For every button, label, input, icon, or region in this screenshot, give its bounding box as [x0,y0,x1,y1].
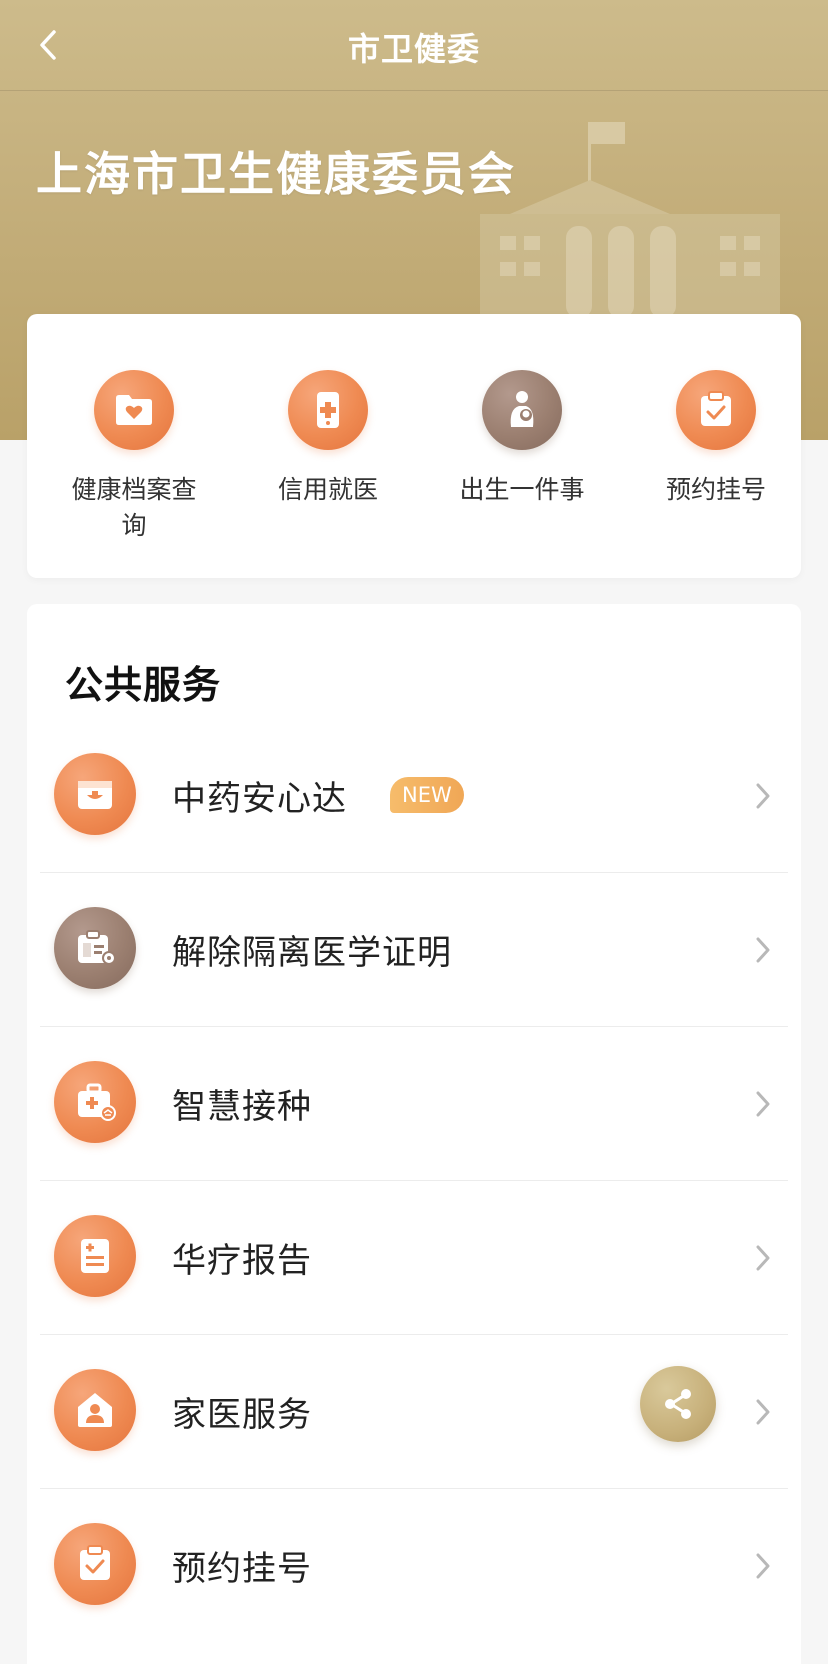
quick-item-label: 健康档案查询 [71,475,197,540]
quick-item-label: 预约挂号 [665,475,766,504]
clipboard-check-icon [676,370,756,450]
new-badge: NEW [390,777,464,813]
home-doctor-icon [54,1369,136,1451]
herbal-box-icon [54,753,136,835]
service-item-smart-vaccination[interactable]: 智慧接种 [40,1027,788,1181]
quick-item-appointment[interactable]: 预约挂号 [626,370,806,508]
service-item-herbal-delivery[interactable]: 中药安心达 NEW [40,719,788,873]
certificate-icon [54,907,136,989]
quick-item-label: 信用就医 [277,475,378,504]
chevron-right-icon [756,783,770,809]
section-title: 公共服务 [65,663,222,707]
service-item-appointment[interactable]: 预约挂号 [40,1489,788,1643]
public-services-section: 公共服务 中药安心达 NEW 解除隔离医学证明 智慧接种 华疗报告 家医服务 预… [27,604,801,1664]
clipboard-check-icon [54,1523,136,1605]
medical-kit-icon [54,1061,136,1143]
folder-heart-icon [94,370,174,450]
service-item-report[interactable]: 华疗报告 [40,1181,788,1335]
share-button[interactable] [640,1366,716,1442]
service-label: 华疗报告 [172,1241,312,1281]
quick-item-label: 出生一件事 [459,475,585,504]
service-label: 解除隔离医学证明 [172,933,452,973]
chevron-right-icon [756,1399,770,1425]
chevron-right-icon [756,937,770,963]
page-title: 市卫健委 [347,30,480,68]
chevron-right-icon [756,1553,770,1579]
quick-item-health-records[interactable]: 健康档案查询 [44,370,224,544]
service-item-isolation-certificate[interactable]: 解除隔离医学证明 [40,873,788,1027]
share-icon [665,1389,691,1419]
quick-item-birth[interactable]: 出生一件事 [432,370,612,508]
service-label: 中药安心达 [172,779,347,819]
quick-access-card: 健康档案查询 信用就医 出生一件事 预约挂号 [27,314,801,578]
report-icon [54,1215,136,1297]
navbar: 市卫健委 [0,0,828,91]
phone-plus-icon [288,370,368,450]
mother-baby-icon [482,370,562,450]
quick-item-credit-medical[interactable]: 信用就医 [238,370,418,508]
service-label: 预约挂号 [172,1549,312,1589]
service-label: 智慧接种 [172,1087,312,1127]
chevron-right-icon [756,1091,770,1117]
chevron-right-icon [756,1245,770,1271]
org-name: 上海市卫生健康委员会 [36,147,516,201]
service-label: 家医服务 [172,1395,312,1435]
building-icon [480,122,780,318]
